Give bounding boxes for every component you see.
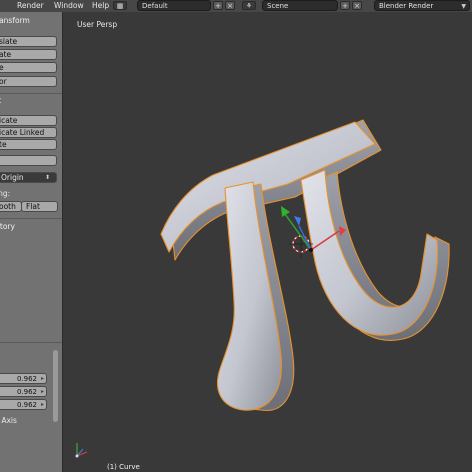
render-engine-value: Blender Render xyxy=(379,2,434,10)
edit-panel-title[interactable]: it xyxy=(0,94,62,108)
history-panel-title[interactable]: story xyxy=(0,220,62,234)
constraint-axis-label: t Axis xyxy=(0,416,17,425)
duplicate-button[interactable]: icate xyxy=(0,115,57,126)
axis-orientation-icon xyxy=(75,443,88,458)
shade-flat-button[interactable]: Flat xyxy=(21,201,58,212)
panel-divider xyxy=(0,218,62,219)
delete-button[interactable]: te xyxy=(0,139,57,150)
join-button[interactable] xyxy=(0,155,57,166)
duplicate-linked-button[interactable]: icate Linked xyxy=(0,127,57,138)
translate-button[interactable]: slate xyxy=(0,36,57,47)
scene-value: Scene xyxy=(267,2,289,10)
dropdown-arrow-icon: ⬍ xyxy=(44,174,50,181)
stepper-arrow-icon: ▸ xyxy=(40,375,44,382)
shade-smooth-button[interactable]: ooth xyxy=(0,201,22,212)
render-engine-dropdown[interactable]: Blender Render ▼ xyxy=(374,0,470,11)
scale-y-value: 0.962 xyxy=(16,388,37,396)
screen-layout-value: Default xyxy=(142,2,168,10)
scale-x-value: 0.962 xyxy=(16,375,37,383)
panel-divider xyxy=(0,342,62,343)
add-scene-button[interactable]: + xyxy=(340,1,350,10)
viewport-canvas xyxy=(75,119,450,458)
3d-viewport[interactable]: User Persp (1) Curve xyxy=(63,12,472,472)
scene-field[interactable]: Scene xyxy=(262,0,338,11)
set-origin-dropdown[interactable]: Origin ⬍ xyxy=(0,172,57,183)
pi-curve-object[interactable] xyxy=(160,119,450,411)
tool-shelf: ransform slate ate e or it icate icate L… xyxy=(0,12,63,472)
active-object-label: (1) Curve xyxy=(107,463,140,471)
transform-panel-title[interactable]: ransform xyxy=(0,14,62,28)
scale-button[interactable]: e xyxy=(0,62,57,73)
pi-right-leg xyxy=(300,169,439,336)
dropdown-arrow-icon: ▼ xyxy=(461,3,466,10)
menu-window[interactable]: Window xyxy=(54,0,84,12)
scale-z-field[interactable]: 0.962 ▸ xyxy=(0,399,47,410)
rotate-button[interactable]: ate xyxy=(0,49,57,60)
add-layout-button[interactable]: + xyxy=(213,1,223,10)
scene-icon[interactable]: ⚘ xyxy=(242,1,256,10)
mirror-button[interactable]: or xyxy=(0,76,57,87)
pi-left-leg xyxy=(216,181,282,411)
scale-y-field[interactable]: 0.962 ▸ xyxy=(0,386,47,397)
remove-scene-button[interactable]: × xyxy=(352,1,362,10)
scale-z-value: 0.962 xyxy=(16,401,37,409)
set-origin-label: Origin xyxy=(1,173,24,182)
shading-label: ing: xyxy=(0,189,11,198)
stepper-arrow-icon: ▸ xyxy=(40,401,44,408)
scale-x-field[interactable]: 0.962 ▸ xyxy=(0,373,47,384)
menu-render[interactable]: Render xyxy=(17,0,44,12)
menu-help[interactable]: Help xyxy=(92,0,109,12)
screen-layout-field[interactable]: Default xyxy=(137,0,211,11)
screen-layout-icon[interactable]: ▦ xyxy=(113,1,127,10)
stepper-arrow-icon: ▸ xyxy=(40,388,44,395)
toolshelf-scrollbar[interactable] xyxy=(53,350,58,422)
remove-layout-button[interactable]: × xyxy=(225,1,235,10)
